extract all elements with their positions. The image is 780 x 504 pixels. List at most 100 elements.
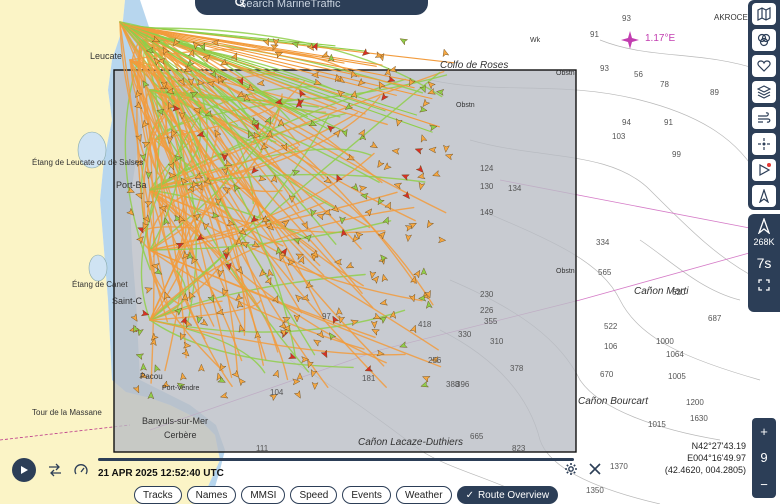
depth-sounding: 310 bbox=[490, 337, 504, 346]
depth-sounding: 823 bbox=[512, 444, 526, 453]
depth-sounding: 418 bbox=[418, 320, 432, 329]
map-canvas[interactable]: Leucate Étang de Leucate ou de Salses Po… bbox=[0, 0, 780, 504]
depth-sounding: 1064 bbox=[666, 350, 684, 359]
place-label: Obstn bbox=[456, 102, 475, 109]
depth-sounding: 330 bbox=[458, 330, 472, 339]
place-label: Leucate bbox=[90, 51, 123, 61]
place-label: Colfo de Roses bbox=[440, 60, 509, 71]
depth-sounding: 181 bbox=[362, 374, 376, 383]
depth-sounding: 565 bbox=[598, 268, 612, 277]
depth-sounding: 97 bbox=[322, 312, 331, 321]
chip-tracks[interactable]: Tracks bbox=[134, 486, 182, 504]
vessels-icon[interactable] bbox=[752, 217, 776, 237]
chip-events[interactable]: Events bbox=[342, 486, 391, 504]
place-label: Obstn bbox=[556, 268, 575, 275]
place-label: Port-Ba bbox=[116, 180, 147, 190]
depth-sounding: 665 bbox=[470, 432, 484, 441]
depth-sounding: 1005 bbox=[668, 372, 686, 381]
chip-route-overview[interactable]: ✓ Route Overview bbox=[456, 486, 559, 504]
depth-sounding: 1015 bbox=[648, 420, 666, 429]
depth-sounding: 89 bbox=[710, 88, 719, 97]
chip-route-overview-label: Route Overview bbox=[477, 489, 550, 501]
depth-sounding: 670 bbox=[600, 370, 614, 379]
heart-icon[interactable] bbox=[752, 55, 776, 77]
depth-sounding: 103 bbox=[612, 132, 626, 141]
gear-icon[interactable] bbox=[564, 462, 578, 476]
mag-variation-label: 1.17°E bbox=[645, 33, 676, 44]
depth-sounding: 78 bbox=[660, 80, 669, 89]
zoom-in-button[interactable]: + bbox=[760, 424, 768, 439]
wind-icon[interactable] bbox=[752, 107, 776, 129]
place-label: Port-Vendre bbox=[162, 385, 200, 392]
depth-sounding: 104 bbox=[270, 388, 284, 397]
place-label: Étang de Leucate ou de Salses bbox=[32, 158, 144, 167]
place-label: Pacou bbox=[140, 372, 163, 381]
depth-sounding: 1350 bbox=[586, 486, 604, 495]
depth-sounding: 124 bbox=[480, 164, 494, 173]
depth-sounding: 1630 bbox=[690, 414, 708, 423]
place-label: Obstn bbox=[556, 70, 575, 77]
chip-mmsi[interactable]: MMSI bbox=[241, 486, 286, 504]
depth-sounding: 1370 bbox=[610, 462, 628, 471]
depth-sounding: 91 bbox=[590, 30, 599, 39]
depth-sounding: 94 bbox=[622, 118, 631, 127]
depth-sounding: 1000 bbox=[656, 337, 674, 346]
latitude: N42°27'43.19 bbox=[691, 441, 746, 451]
place-label: Wk bbox=[530, 37, 541, 44]
place-label: Étang de Canet bbox=[72, 280, 128, 289]
zoom-out-button[interactable]: − bbox=[760, 477, 768, 492]
chip-speed[interactable]: Speed bbox=[290, 486, 338, 504]
map-icon[interactable] bbox=[752, 3, 776, 25]
depth-sounding: 1200 bbox=[686, 398, 704, 407]
depth-sounding: 522 bbox=[604, 322, 618, 331]
measure-icon[interactable] bbox=[752, 133, 776, 155]
depth-sounding: 91 bbox=[664, 118, 673, 127]
depth-sounding: 378 bbox=[510, 364, 524, 373]
place-label: Tour de la Massane bbox=[32, 408, 102, 417]
chip-names[interactable]: Names bbox=[186, 486, 237, 504]
depth-sounding: 111 bbox=[256, 444, 269, 453]
depth-sounding: 687 bbox=[708, 314, 722, 323]
depth-sounding: 620 bbox=[672, 288, 686, 297]
compass-icon[interactable] bbox=[752, 185, 776, 207]
layer-chips: Tracks Names MMSI Speed Events Weather ✓… bbox=[134, 486, 559, 504]
depth-sounding: 149 bbox=[480, 208, 494, 217]
vessel-panel: 268K 7s bbox=[748, 214, 780, 312]
play-icon[interactable] bbox=[752, 159, 776, 181]
chip-weather[interactable]: Weather bbox=[395, 486, 452, 504]
time-label[interactable]: 7s bbox=[752, 255, 776, 271]
depth-sounding: 93 bbox=[600, 64, 609, 73]
map-toolbar bbox=[748, 0, 780, 210]
play-button[interactable] bbox=[12, 458, 36, 482]
search-bar[interactable]: Search MarineTraffic bbox=[195, 0, 428, 15]
place-label: Cañon Lacaze-Duthiers bbox=[358, 437, 464, 448]
place-label: AKROCE bbox=[714, 13, 748, 22]
depth-sounding: 388 bbox=[446, 380, 460, 389]
depth-sounding: 355 bbox=[484, 317, 498, 326]
vessels-count: 268K bbox=[753, 237, 775, 247]
depth-sounding: 106 bbox=[604, 342, 618, 351]
stack-icon[interactable] bbox=[752, 81, 776, 103]
layers-icon[interactable] bbox=[752, 29, 776, 51]
swap-icon[interactable] bbox=[48, 463, 62, 477]
depth-sounding: 130 bbox=[480, 182, 494, 191]
depth-sounding: 256 bbox=[428, 356, 442, 365]
check-icon: ✓ bbox=[465, 489, 474, 501]
depth-sounding: 134 bbox=[508, 184, 522, 193]
longitude: E004°16'49.97 bbox=[687, 453, 746, 463]
close-icon[interactable] bbox=[588, 462, 602, 476]
depth-sounding: 334 bbox=[596, 238, 610, 247]
depth-sounding: 93 bbox=[622, 14, 631, 23]
play-icon bbox=[21, 466, 28, 474]
fullscreen-icon[interactable] bbox=[752, 279, 776, 293]
search-placeholder[interactable]: Search MarineTraffic bbox=[239, 0, 340, 10]
zoom-control: + 9 − bbox=[752, 418, 776, 498]
search-icon bbox=[235, 0, 246, 8]
decimal-coords: (42.4620, 004.2805) bbox=[664, 465, 746, 475]
place-label: Banyuls-sur-Mer bbox=[142, 416, 209, 426]
speed-gauge-icon[interactable] bbox=[74, 463, 88, 477]
depth-sounding: 226 bbox=[480, 306, 494, 315]
timeline-slider[interactable] bbox=[98, 458, 574, 461]
coordinates-readout: N42°27'43.19 E004°16'49.97 (42.4620, 004… bbox=[640, 440, 746, 476]
place-label: Saint-C bbox=[112, 296, 143, 306]
